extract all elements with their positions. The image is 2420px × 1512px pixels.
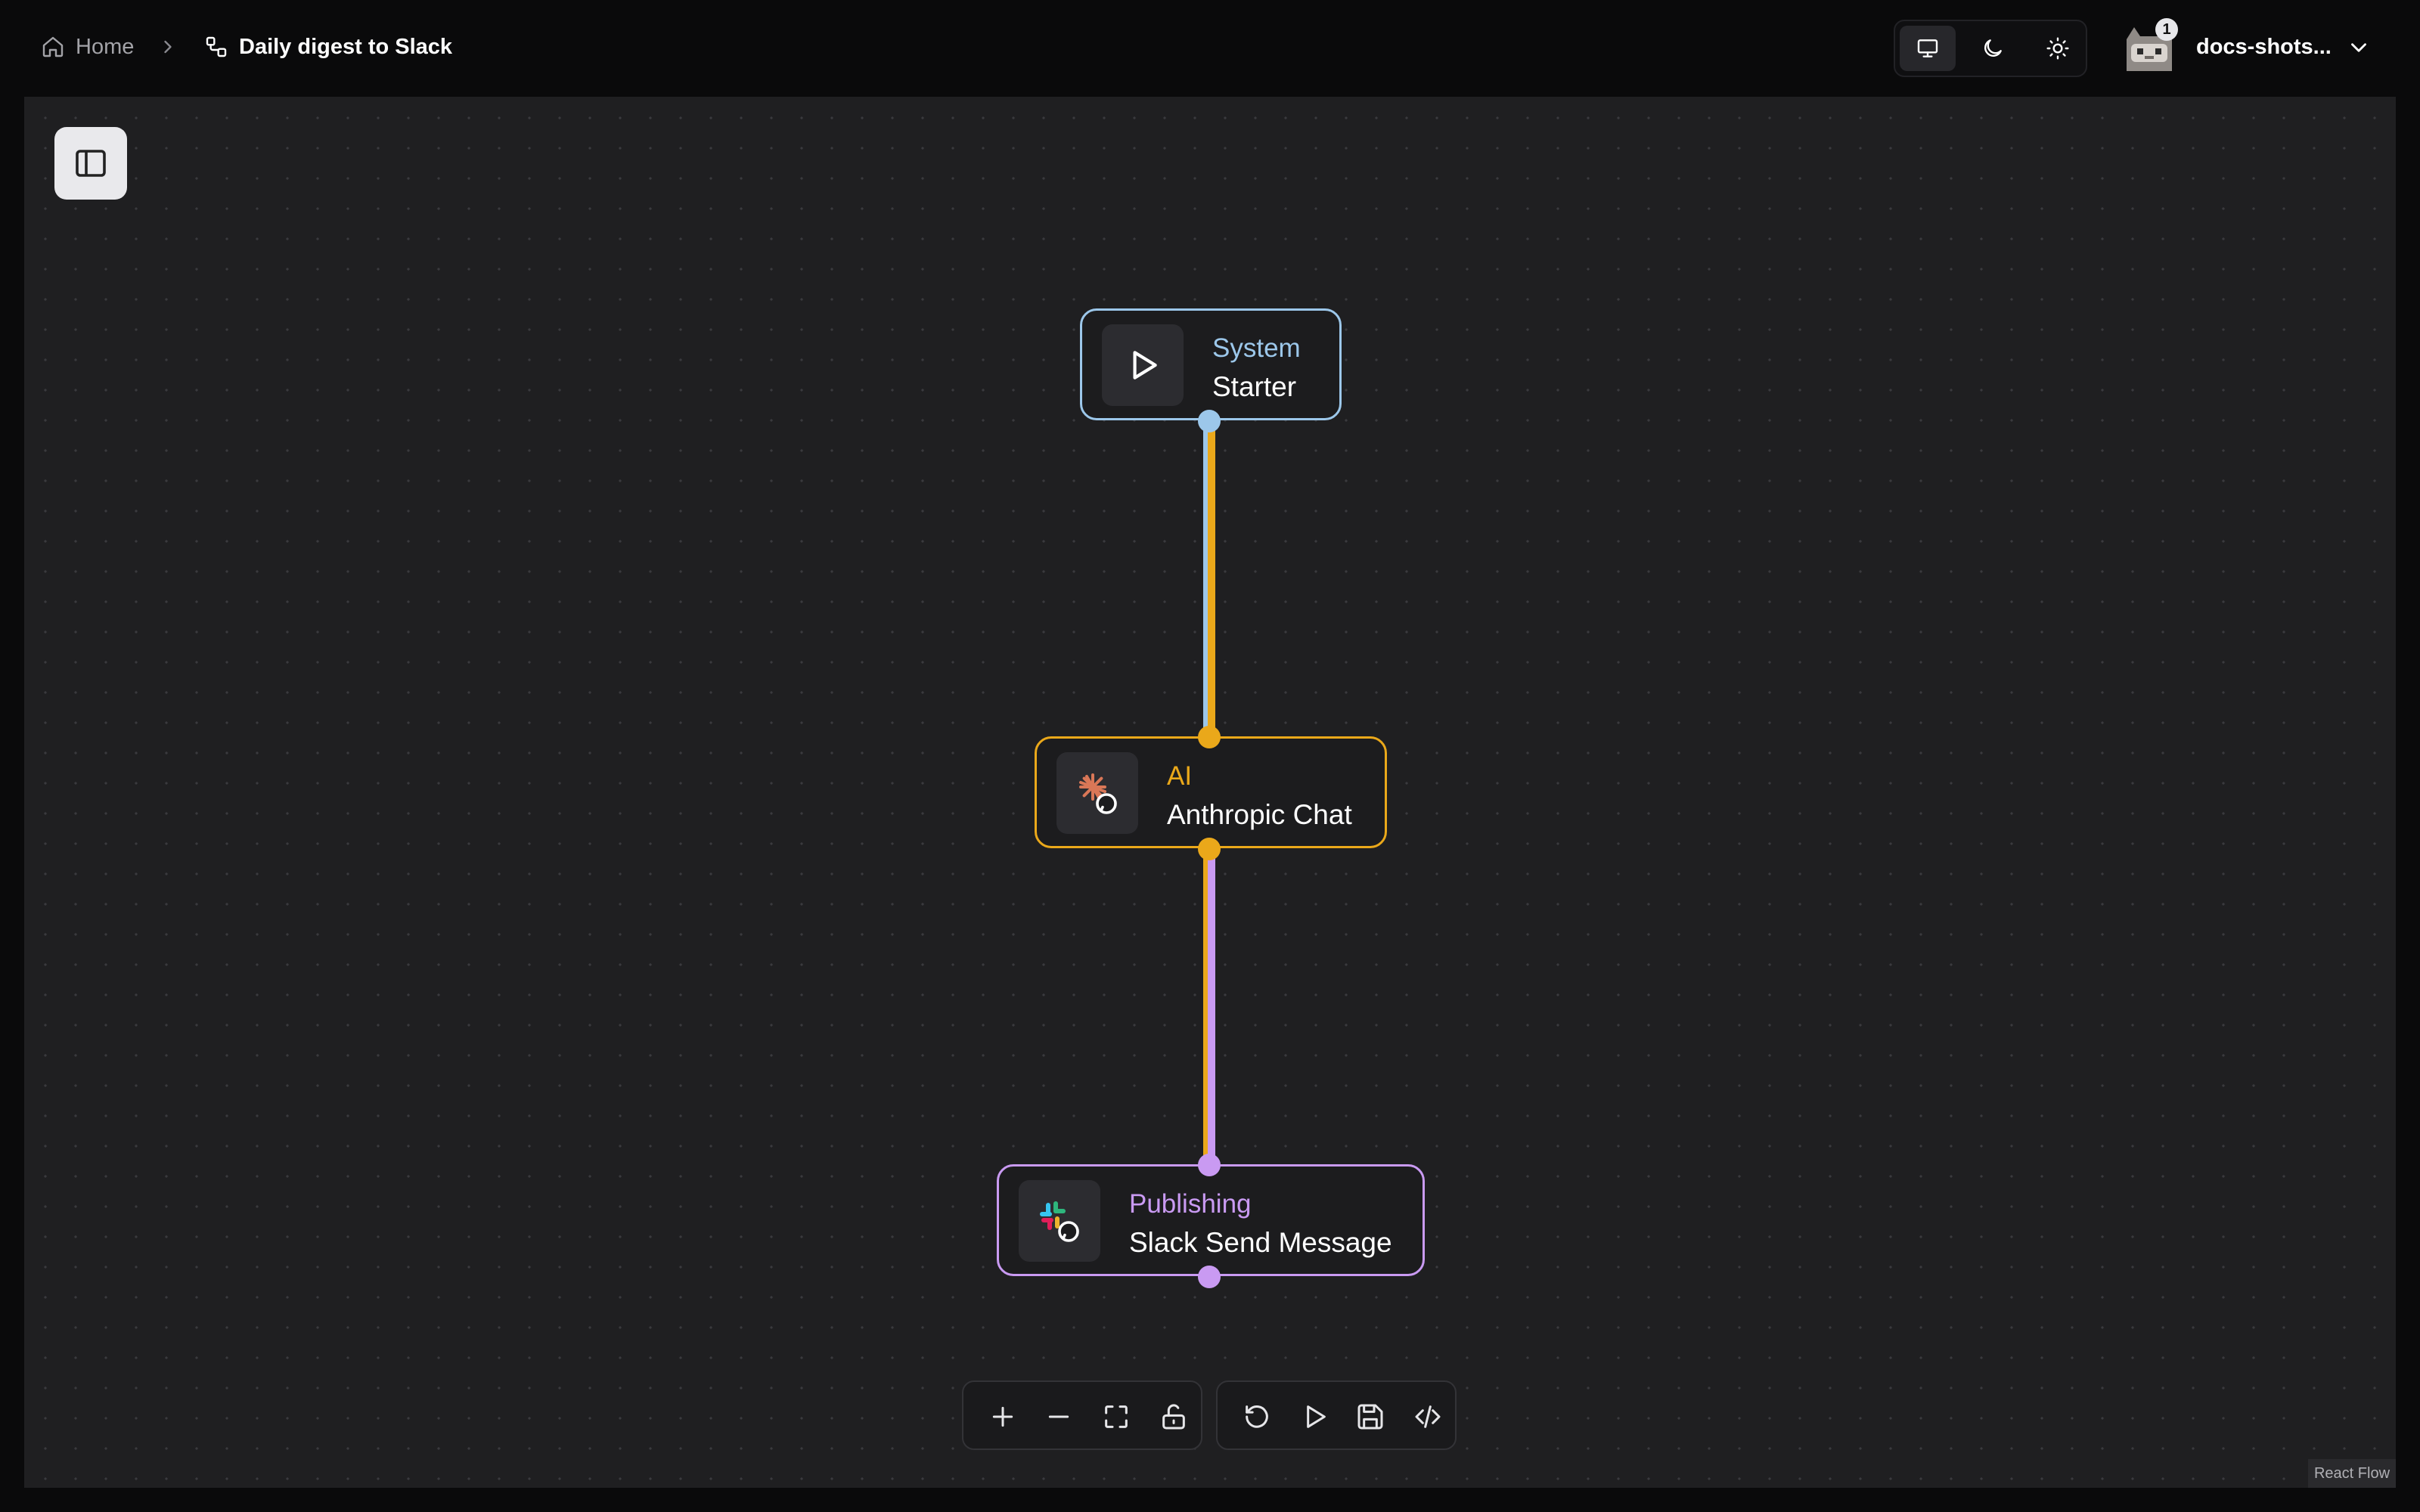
sun-icon [2046, 37, 2069, 60]
lock-toggle-button[interactable] [1150, 1393, 1198, 1441]
view-controls [962, 1380, 1202, 1450]
node-title: Slack Send Message [1129, 1227, 1392, 1258]
node-category: AI [1167, 761, 1193, 791]
node-starter[interactable]: System Starter [1080, 308, 1342, 420]
code-view-button[interactable] [1404, 1393, 1452, 1441]
account-name[interactable]: docs-shots... [2196, 35, 2332, 60]
theme-dark-button[interactable] [1965, 26, 2021, 71]
play-icon [1133, 351, 1157, 380]
flow-canvas[interactable]: System Starter AI Anthropic Chat Publish… [24, 97, 2396, 1488]
anthropic-chat-icon [1079, 773, 1117, 814]
home-icon [42, 36, 64, 57]
save-button[interactable] [1346, 1393, 1395, 1441]
node-slack-send-message[interactable]: Publishing Slack Send Message [997, 1164, 1425, 1276]
node-title: Starter [1212, 371, 1297, 402]
undo-icon [1246, 1405, 1268, 1428]
top-bar: Home Daily digest to Slack 1 docs-shots.… [0, 0, 2420, 97]
node-icon-box [1019, 1180, 1100, 1262]
node-icon-box [1056, 752, 1138, 834]
minus-icon [1048, 1415, 1069, 1418]
breadcrumb-home[interactable]: Home [41, 35, 134, 59]
anthropic-output-handle[interactable] [1198, 838, 1221, 860]
workflow-icon [206, 36, 227, 57]
breadcrumb-home-label: Home [76, 34, 135, 59]
zoom-in-button[interactable] [979, 1393, 1027, 1441]
node-category: System [1212, 333, 1301, 363]
node-category: Publishing [1129, 1189, 1252, 1219]
slack-output-handle[interactable] [1198, 1266, 1221, 1288]
play-icon [1307, 1405, 1326, 1428]
action-controls [1216, 1380, 1457, 1450]
theme-light-button[interactable] [2030, 26, 2086, 71]
reset-button[interactable] [1233, 1393, 1281, 1441]
slack-input-handle[interactable] [1198, 1154, 1221, 1176]
slack-message-icon [1040, 1201, 1079, 1242]
desktop-icon [1917, 39, 1938, 57]
notification-badge: 1 [2155, 18, 2178, 41]
node-icon-box [1102, 324, 1184, 406]
run-button[interactable] [1290, 1393, 1339, 1441]
fit-view-icon [1105, 1405, 1128, 1428]
react-flow-attribution[interactable]: React Flow [2308, 1459, 2396, 1488]
chevron-right-icon [164, 40, 172, 54]
node-anthropic-chat[interactable]: AI Anthropic Chat [1035, 736, 1387, 848]
edge-starter-anthropic[interactable] [1203, 420, 1215, 738]
breadcrumb-current-flow: Daily digest to Slack [204, 35, 452, 59]
node-title: Anthropic Chat [1167, 799, 1352, 830]
starter-output-handle[interactable] [1198, 410, 1221, 432]
theme-switcher [1894, 20, 2087, 77]
zoom-out-button[interactable] [1035, 1393, 1083, 1441]
moon-icon [1984, 39, 2002, 57]
unlock-icon [1162, 1404, 1185, 1430]
edge-anthropic-slack[interactable] [1203, 848, 1215, 1166]
save-icon [1357, 1404, 1383, 1430]
chevron-down-icon[interactable] [2346, 35, 2372, 60]
page-title: Daily digest to Slack [239, 34, 453, 59]
code-icon [1415, 1405, 1441, 1428]
anthropic-input-handle[interactable] [1198, 726, 1221, 748]
plus-icon [992, 1406, 1013, 1427]
theme-system-button[interactable] [1900, 26, 1956, 71]
fit-view-button[interactable] [1092, 1393, 1140, 1441]
